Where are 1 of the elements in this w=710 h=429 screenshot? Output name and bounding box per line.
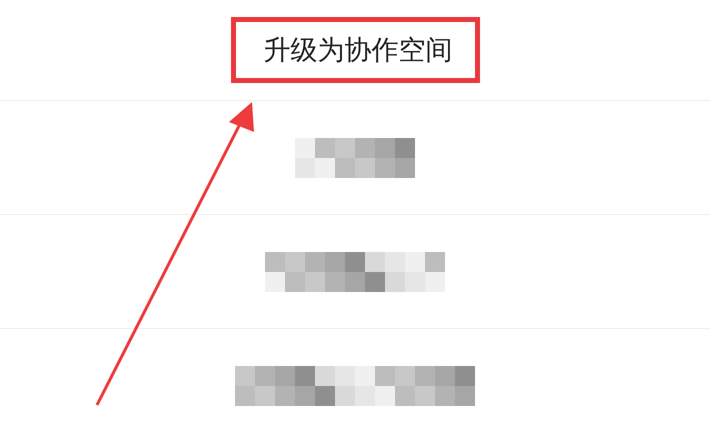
menu-title[interactable]: 升级为协作空间	[264, 35, 452, 66]
